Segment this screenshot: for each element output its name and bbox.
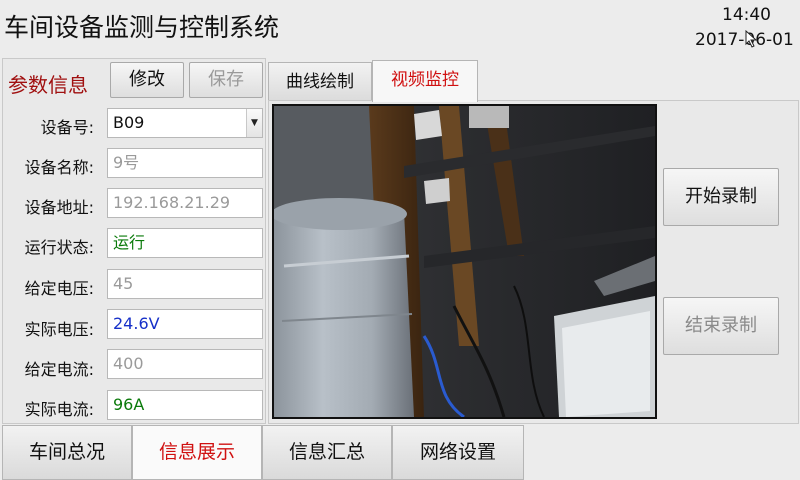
run-status-label: 运行状态: xyxy=(24,238,94,257)
actual-current-field: 96A xyxy=(107,390,263,420)
device-address-label: 设备地址: xyxy=(24,198,94,217)
device-address-field[interactable]: 192.168.21.29 xyxy=(107,188,263,218)
device-name-label: 设备名称: xyxy=(24,158,94,177)
set-voltage-label: 给定电压: xyxy=(24,279,94,298)
mouse-cursor-icon xyxy=(745,30,758,48)
save-button[interactable]: 保存 xyxy=(189,62,263,98)
nav-info-summary[interactable]: 信息汇总 xyxy=(262,425,392,480)
param-panel-title: 参数信息 xyxy=(8,73,88,97)
actual-current-label: 实际电流: xyxy=(24,400,94,419)
nav-info-display[interactable]: 信息展示 xyxy=(132,425,262,480)
set-current-label: 给定电流: xyxy=(24,360,94,379)
set-voltage-field[interactable]: 45 xyxy=(107,269,263,299)
nav-workshop-overview[interactable]: 车间总况 xyxy=(2,425,132,480)
tab-video-monitor[interactable]: 视频监控 xyxy=(372,60,478,102)
stop-recording-button[interactable]: 结束录制 xyxy=(663,297,779,355)
app-title: 车间设备监测与控制系统 xyxy=(4,13,280,42)
actual-voltage-label: 实际电压: xyxy=(24,320,94,339)
camera-frame-image xyxy=(274,106,655,417)
run-status-field: 运行 xyxy=(107,228,263,258)
nav-network-settings[interactable]: 网络设置 xyxy=(392,425,524,480)
video-feed xyxy=(272,104,657,419)
device-id-label: 设备号: xyxy=(40,118,94,137)
set-current-field[interactable]: 400 xyxy=(107,349,263,379)
tab-curve-plot[interactable]: 曲线绘制 xyxy=(268,62,372,100)
start-recording-button[interactable]: 开始录制 xyxy=(663,168,779,226)
edit-button[interactable]: 修改 xyxy=(110,62,184,98)
device-id-select[interactable]: B09 ▼ xyxy=(107,108,263,138)
actual-voltage-field: 24.6V xyxy=(107,309,263,339)
device-id-value: B09 xyxy=(113,113,145,132)
clock-time: 14:40 xyxy=(722,5,771,25)
device-name-field[interactable]: 9号 xyxy=(107,148,263,178)
dropdown-arrow-icon[interactable]: ▼ xyxy=(246,109,262,137)
